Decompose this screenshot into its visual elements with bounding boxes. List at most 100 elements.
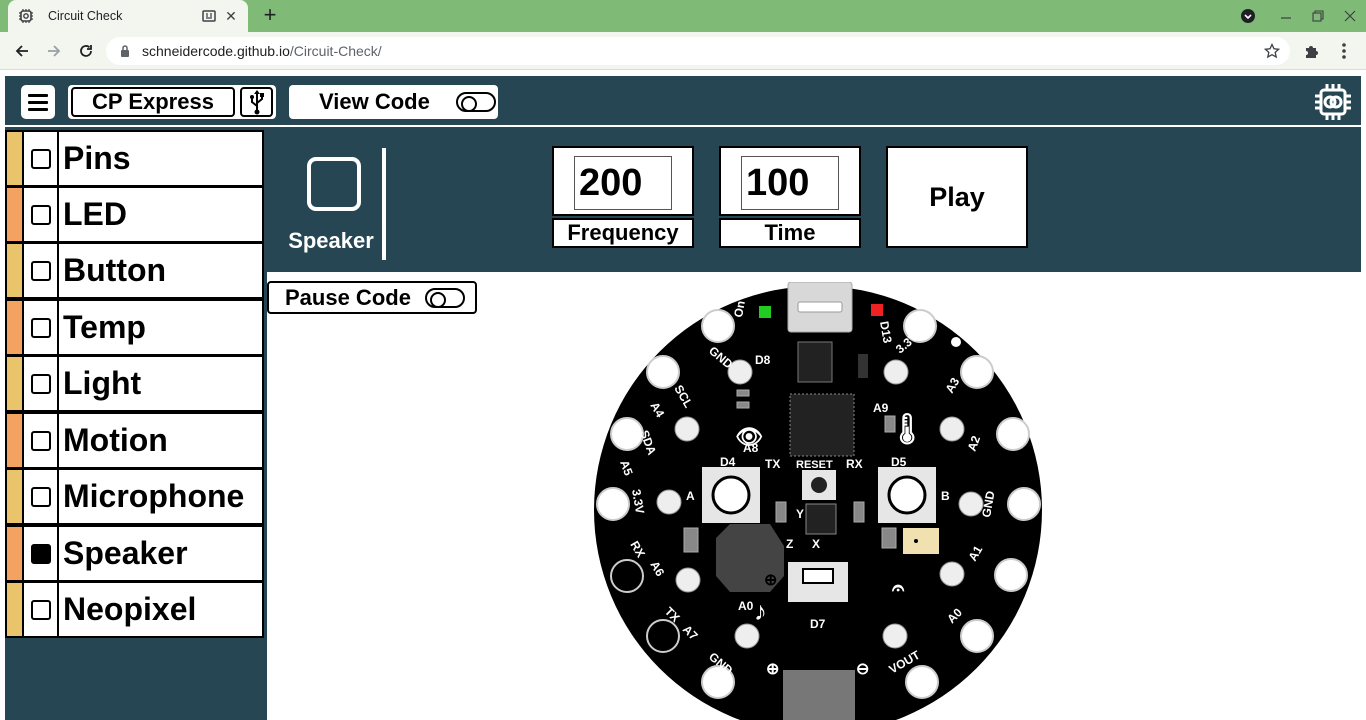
button-a[interactable] (711, 475, 751, 515)
neopixel-6 (939, 561, 965, 587)
sidebar-item-speaker[interactable]: Speaker (5, 525, 264, 582)
tab-media-icon[interactable] (202, 9, 216, 23)
settings-chip-icon[interactable] (1313, 82, 1353, 122)
sidebar-item-label: Light (63, 365, 142, 401)
board-label-axis-y: Y (796, 507, 804, 521)
buzzer-plus: ⊕ (764, 572, 777, 589)
sidebar-item-microphone[interactable]: Microphone (5, 468, 264, 525)
sidebar-checkbox[interactable] (22, 301, 59, 354)
pad-a4 (646, 355, 680, 389)
checkbox-square (30, 430, 51, 451)
time-label: Time (719, 218, 861, 248)
tab-close-icon[interactable]: ✕ (224, 8, 238, 24)
sidebar-checkbox[interactable] (22, 244, 59, 297)
reload-icon[interactable] (75, 40, 97, 62)
checkbox-square (30, 486, 51, 507)
sidebar-checkbox[interactable] (22, 188, 59, 241)
view-code-switch[interactable] (455, 92, 496, 112)
pause-code-toggle[interactable]: Pause Code (267, 281, 477, 314)
sidebar-color-strip (7, 414, 22, 467)
sidebar-color-strip (7, 132, 22, 185)
sidebar-item-label: Temp (63, 309, 146, 345)
thermometer-icon: 🌡 (888, 413, 926, 446)
bookmark-star-icon[interactable] (1264, 43, 1280, 59)
mount-hole (951, 337, 961, 347)
pad-gnd-right (1007, 487, 1041, 521)
sidebar-color-strip (7, 188, 22, 241)
checkbox-square (30, 599, 51, 620)
browser-tabstrip: Circuit Check ✕ + (0, 0, 1366, 32)
pad-a7 (646, 619, 680, 653)
sidebar-item-label: Button (63, 252, 167, 288)
checkbox-square (30, 543, 51, 564)
sidebar-checkbox[interactable] (22, 583, 59, 636)
restore-icon[interactable] (1307, 6, 1329, 26)
pad-a3 (960, 355, 994, 389)
close-window-icon[interactable] (1339, 6, 1361, 26)
accelerometer-chip (805, 503, 837, 535)
sidebar-item-light[interactable]: Light (5, 355, 264, 412)
frequency-label: Frequency (552, 218, 694, 248)
browser-menu-icon[interactable] (1333, 40, 1355, 62)
sidebar-color-strip (7, 583, 22, 636)
sidebar-color-strip (7, 301, 22, 354)
hamburger-menu-button[interactable] (21, 85, 55, 119)
play-button[interactable]: Play (886, 146, 1028, 248)
microcontroller-chip (789, 393, 855, 457)
usb-port (797, 301, 843, 313)
sidebar-checkbox[interactable] (22, 132, 59, 185)
power-led (759, 306, 771, 318)
sidebar-checkbox[interactable] (22, 414, 59, 467)
sidebar-color-strip (7, 244, 22, 297)
board-label-a9: A9 (873, 401, 889, 415)
sidebar-checkbox[interactable] (22, 357, 59, 410)
board-label-d8: D8 (755, 353, 771, 367)
minimize-icon[interactable] (1275, 6, 1297, 26)
pause-code-label: Pause Code (285, 284, 411, 310)
sidebar-item-neopixel[interactable]: Neopixel (5, 581, 264, 638)
frequency-control: 200 Frequency (552, 146, 694, 248)
speaker-indicator-box (307, 157, 361, 211)
checkbox-square (30, 260, 51, 281)
sidebar-item-label: LED (63, 196, 127, 232)
view-code-toggle[interactable]: View Code (289, 85, 498, 119)
url-host: schneidercode.github.io (142, 43, 290, 59)
sidebar-item-motion[interactable]: Motion (5, 412, 264, 469)
chip-favicon-icon (18, 8, 34, 24)
sidebar-item-led[interactable]: LED (5, 186, 264, 243)
checkbox-square (30, 317, 51, 338)
pause-code-switch[interactable] (424, 287, 465, 308)
board-label-axis-x: X (812, 537, 820, 551)
neopixel-4 (734, 623, 760, 649)
d13-led (871, 304, 883, 316)
new-tab-button[interactable]: + (258, 4, 282, 27)
rx-led (853, 501, 865, 523)
sidebar-checkbox[interactable] (22, 527, 59, 580)
music-note-icon: ♪ (754, 596, 767, 626)
frequency-input[interactable]: 200 (574, 156, 672, 210)
sidebar-checkbox[interactable] (22, 470, 59, 523)
browser-tab[interactable]: Circuit Check ✕ (8, 0, 248, 32)
sidebar-item-button[interactable]: Button (5, 242, 264, 299)
button-b[interactable] (887, 475, 927, 515)
back-arrow-icon[interactable] (11, 40, 33, 62)
smd-part (736, 401, 750, 409)
tab-search-icon[interactable] (1237, 6, 1259, 26)
forward-arrow-icon[interactable] (43, 40, 65, 62)
sidebar-item-temp[interactable]: Temp (5, 299, 264, 356)
pad-a6 (610, 559, 644, 593)
board-select-button[interactable]: CP Express (71, 87, 235, 117)
reset-button[interactable] (811, 477, 827, 493)
checkbox-square (30, 373, 51, 394)
usb-connect-button[interactable] (240, 87, 273, 117)
board-label-b: B (941, 489, 950, 503)
extensions-puzzle-icon[interactable] (1301, 40, 1323, 62)
address-bar[interactable]: schneidercode.github.io/Circuit-Check/ (106, 37, 1290, 65)
sidebar-item-label: Pins (63, 140, 131, 176)
usb-icon (249, 90, 264, 115)
sidebar-item-pins[interactable]: Pins (5, 130, 264, 187)
circuit-playground-board: ⊕ 🌡 👁 𝄐 ♪ On D13 GND D8 3.3V SCL A4 A3 A… (594, 282, 1042, 720)
pad-a2 (996, 417, 1030, 451)
board-label-d5: D5 (891, 455, 907, 469)
time-input[interactable]: 100 (741, 156, 839, 210)
